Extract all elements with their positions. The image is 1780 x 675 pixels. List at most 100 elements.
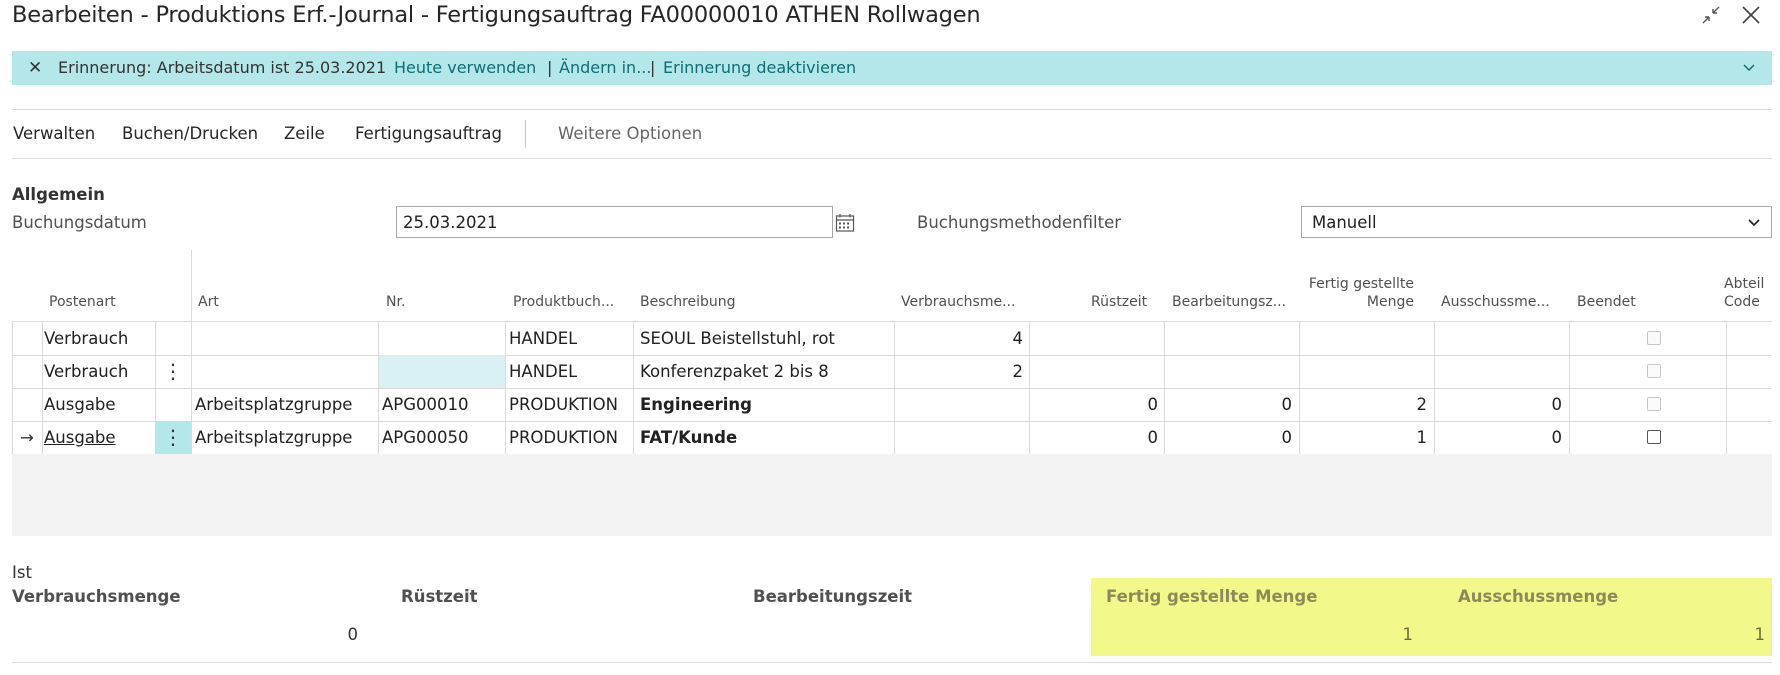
table-row[interactable]: Verbrauch ⋮ HANDEL Konferenzpaket 2 bis …: [12, 355, 1772, 389]
posting-method-filter-label: Buchungsmethodenfilter: [917, 213, 1122, 232]
chevron-down-icon[interactable]: [1742, 51, 1756, 97]
column-divider: [505, 322, 506, 454]
column-header-setup-time[interactable]: Rüstzeit: [1091, 294, 1147, 310]
menu-divider: [525, 120, 526, 148]
cell-no[interactable]: APG00010: [382, 388, 469, 421]
actual-consumption-value: 0: [347, 625, 359, 644]
cell-type[interactable]: Arbeitsplatzgruppe: [195, 421, 352, 454]
cell-entry-type[interactable]: Ausgabe: [44, 388, 116, 421]
finished-checkbox: [1647, 331, 1661, 345]
cell-scrap-qty[interactable]: 0: [1434, 388, 1563, 421]
link-separator: |: [547, 58, 553, 77]
cell-no-selected[interactable]: [379, 355, 506, 388]
cell-run-time[interactable]: 0: [1164, 421, 1293, 454]
column-header-finished[interactable]: Beendet: [1577, 294, 1636, 310]
chevron-down-icon: [1747, 207, 1761, 251]
table-empty-area: [12, 454, 1772, 536]
actual-output-qty-label: Fertig gestellte Menge: [1106, 587, 1318, 606]
menu-buchen-drucken[interactable]: Buchen/Drucken: [122, 124, 258, 143]
column-divider: [1434, 322, 1435, 454]
cell-no[interactable]: APG00050: [382, 421, 469, 454]
menu-verwalten[interactable]: Verwalten: [13, 124, 95, 143]
cell-entry-type[interactable]: Ausgabe: [44, 421, 116, 454]
finished-checkbox: [1647, 364, 1661, 378]
actual-consumption-label: Verbrauchsmenge: [12, 587, 181, 606]
section-general-heading: Allgemein: [12, 185, 105, 204]
use-today-link[interactable]: Heute verwenden: [394, 51, 536, 85]
column-header-gen-prod-posting[interactable]: Produktbuch...: [513, 294, 614, 310]
cell-consumption-qty[interactable]: 2: [895, 355, 1024, 388]
arrow-right-icon: →: [20, 428, 34, 447]
column-divider: [1299, 322, 1300, 454]
cell-run-time[interactable]: 0: [1164, 388, 1293, 421]
column-divider: [12, 322, 13, 454]
column-divider: [1029, 322, 1030, 454]
dismiss-notification-icon[interactable]: ✕: [28, 51, 42, 85]
cell-entry-type[interactable]: Verbrauch: [44, 322, 128, 355]
column-header-output-qty-line1: Fertig gestellte: [1308, 276, 1414, 292]
change-date-link[interactable]: Ändern in...: [559, 51, 651, 85]
actual-output-qty-value: 1: [1402, 625, 1414, 644]
actual-scrap-qty-label: Ausschussmenge: [1458, 587, 1619, 606]
posting-date-input[interactable]: 25.03.2021: [396, 206, 833, 238]
posting-method-filter-value: Manuell: [1312, 213, 1377, 232]
actual-scrap-qty-value: 1: [1754, 625, 1766, 644]
cell-setup-time[interactable]: 0: [1030, 388, 1159, 421]
disable-reminder-link[interactable]: Erinnerung deaktivieren: [663, 51, 856, 85]
cell-description[interactable]: Konferenzpaket 2 bis 8: [640, 355, 829, 388]
column-header-scrap-qty[interactable]: Ausschussme...: [1441, 294, 1550, 310]
cell-output-qty[interactable]: 1: [1299, 421, 1428, 454]
cell-type[interactable]: Arbeitsplatzgruppe: [195, 388, 352, 421]
calendar-icon[interactable]: [835, 213, 855, 233]
cell-description[interactable]: Engineering: [640, 388, 752, 421]
menu-more-options[interactable]: Weitere Optionen: [558, 124, 702, 143]
actual-setup-time-label: Rüstzeit: [401, 587, 478, 606]
close-icon[interactable]: [1740, 4, 1762, 26]
column-header-consumption-qty[interactable]: Verbrauchsme...: [901, 294, 1015, 310]
cell-gen-prod-posting[interactable]: HANDEL: [509, 355, 577, 388]
table-row[interactable]: Verbrauch HANDEL SEOUL Beistellstuhl, ro…: [12, 322, 1772, 356]
column-header-run-time[interactable]: Bearbeitungsz...: [1172, 294, 1286, 310]
section-actual-heading: Ist: [12, 563, 32, 582]
page-title: Bearbeiten - Produktions Erf.-Journal - …: [12, 2, 981, 28]
column-divider: [155, 322, 156, 454]
divider: [12, 158, 1772, 159]
column-header-dept-code[interactable]: Abteil Code: [1724, 275, 1772, 311]
column-divider: [1726, 322, 1727, 454]
cell-gen-prod-posting[interactable]: HANDEL: [509, 322, 577, 355]
cell-gen-prod-posting[interactable]: PRODUKTION: [509, 421, 618, 454]
menu-zeile[interactable]: Zeile: [284, 124, 325, 143]
column-divider: [1569, 322, 1570, 454]
cell-description[interactable]: SEOUL Beistellstuhl, rot: [640, 322, 835, 355]
table-row-active[interactable]: → Ausgabe ⋮ Arbeitsplatzgruppe APG00050 …: [12, 421, 1772, 455]
cell-entry-type[interactable]: Verbrauch: [44, 355, 128, 388]
collapse-icon[interactable]: [1700, 4, 1722, 26]
column-divider: [894, 322, 895, 454]
row-actions-icon[interactable]: ⋮: [155, 355, 191, 388]
menu-fertigungsauftrag[interactable]: Fertigungsauftrag: [355, 124, 502, 143]
column-divider: [633, 322, 634, 454]
link-separator: |: [650, 58, 656, 77]
column-header-entry-type[interactable]: Postenart: [49, 294, 116, 310]
cell-gen-prod-posting[interactable]: PRODUKTION: [509, 388, 618, 421]
divider: [12, 662, 1772, 663]
column-header-dept-code-line2: Code: [1724, 294, 1760, 310]
cell-consumption-qty[interactable]: 4: [895, 322, 1024, 355]
column-divider: [378, 322, 379, 454]
column-header-type[interactable]: Art: [198, 294, 219, 310]
row-actions-icon[interactable]: ⋮: [155, 421, 191, 454]
cell-setup-time[interactable]: 0: [1030, 421, 1159, 454]
posting-method-filter-select[interactable]: Manuell: [1301, 206, 1772, 238]
cell-scrap-qty[interactable]: 0: [1434, 421, 1563, 454]
finished-checkbox: [1647, 397, 1661, 411]
divider: [12, 109, 1772, 110]
finished-checkbox[interactable]: [1647, 430, 1661, 444]
column-header-description[interactable]: Beschreibung: [640, 294, 736, 310]
column-header-output-qty-line2: Menge: [1366, 294, 1414, 310]
cell-output-qty[interactable]: 2: [1299, 388, 1428, 421]
column-header-no[interactable]: Nr.: [386, 294, 405, 310]
column-header-output-qty[interactable]: Fertig gestellte Menge: [1300, 275, 1414, 311]
cell-description[interactable]: FAT/Kunde: [640, 421, 737, 454]
posting-date-label: Buchungsdatum: [12, 213, 147, 232]
table-row[interactable]: Ausgabe Arbeitsplatzgruppe APG00010 PROD…: [12, 388, 1772, 422]
